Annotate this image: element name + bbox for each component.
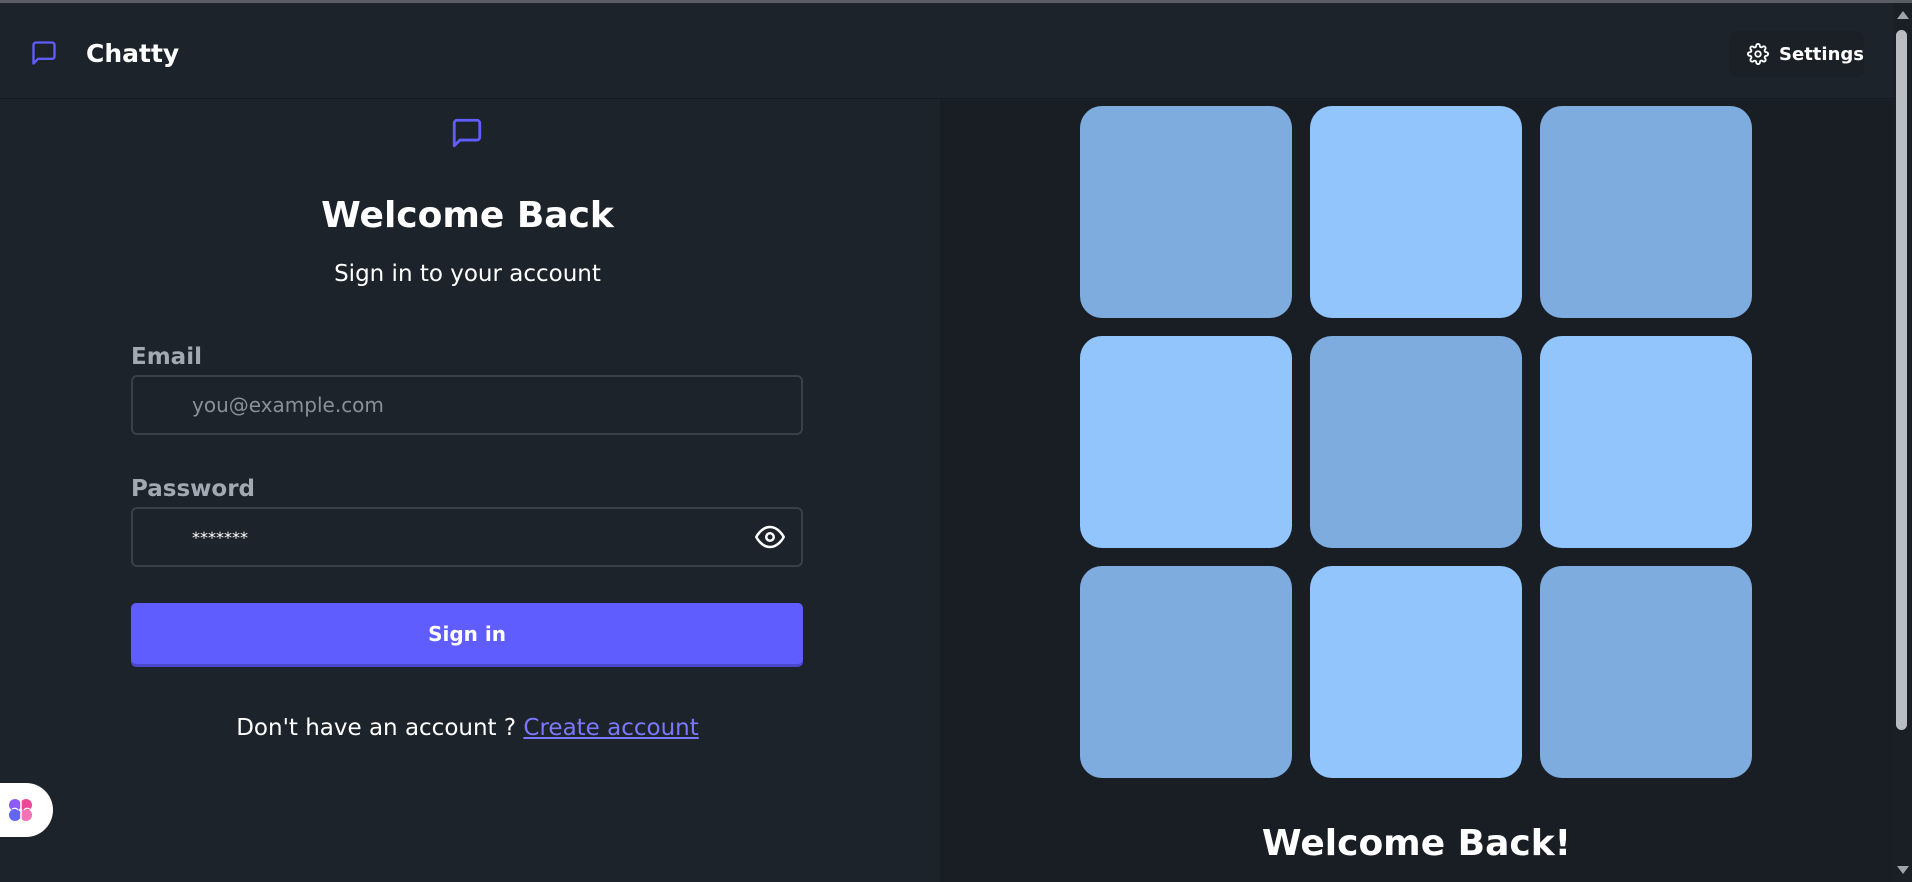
create-account-link[interactable]: Create account <box>523 715 698 741</box>
navbar: Chatty Settings <box>0 3 1893 99</box>
pattern-tile <box>1310 336 1522 548</box>
pattern-tile <box>1080 336 1292 548</box>
scroll-up-arrow-icon[interactable] <box>1897 11 1909 19</box>
pattern-tile <box>1080 106 1292 318</box>
password-field[interactable] <box>131 507 803 567</box>
scrollbar-thumb[interactable] <box>1896 30 1907 730</box>
password-label: Password <box>131 476 255 502</box>
login-panel: Welcome Back Sign in to your account Ema… <box>0 100 940 882</box>
pattern-tile <box>1540 106 1752 318</box>
message-square-icon[interactable] <box>30 39 58 67</box>
pattern-tile <box>1540 566 1752 778</box>
promo-title: Welcome Back! <box>1261 823 1572 864</box>
extension-badge[interactable] <box>0 783 53 837</box>
pattern-tile <box>1540 336 1752 548</box>
pattern-tile <box>1310 106 1522 318</box>
brain-icon <box>9 799 32 821</box>
scroll-down-arrow-icon[interactable] <box>1897 866 1909 874</box>
gear-icon <box>1747 43 1769 65</box>
email-field[interactable] <box>131 375 803 435</box>
pattern-tile <box>1080 566 1292 778</box>
signup-prompt-text: Don't have an account ? <box>236 715 517 741</box>
message-square-icon <box>452 118 482 148</box>
app-title[interactable]: Chatty <box>86 39 179 68</box>
settings-label: Settings <box>1779 43 1864 65</box>
signup-prompt: Don't have an account ? Create account <box>0 715 935 741</box>
page-title: Welcome Back <box>321 195 614 236</box>
pattern-tile <box>1310 566 1522 778</box>
settings-button[interactable]: Settings <box>1729 31 1864 77</box>
eye-icon[interactable] <box>755 522 785 552</box>
sign-in-button[interactable]: Sign in <box>131 603 803 664</box>
page-subtitle: Sign in to your account <box>334 261 601 287</box>
email-label: Email <box>131 344 202 370</box>
